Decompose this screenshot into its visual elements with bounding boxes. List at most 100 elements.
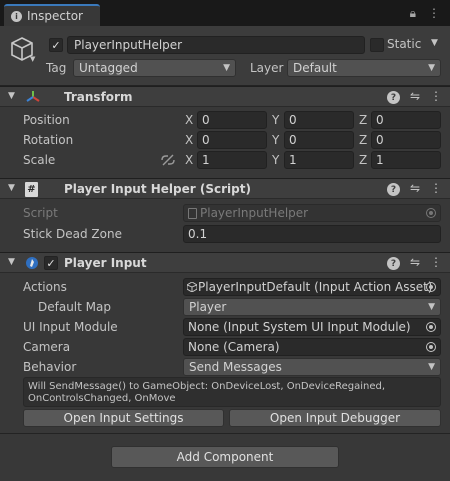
static-dropdown-arrow-icon[interactable]: ▼ — [431, 38, 438, 48]
player-input-header[interactable]: ▼ ✓ Player Input ? ⇋ ⋮ — [0, 252, 450, 273]
script-file-icon — [188, 208, 197, 219]
object-picker-icon[interactable] — [426, 342, 436, 352]
position-x-field[interactable]: 0 — [197, 111, 267, 129]
camera-value: None (Camera) — [188, 340, 280, 354]
presets-sliders-icon[interactable]: ⇋ — [410, 181, 420, 196]
rotation-y-label: Y — [272, 133, 280, 147]
tag-dropdown[interactable]: Untagged ▼ — [73, 59, 236, 77]
position-z-label: Z — [359, 113, 368, 127]
position-y-field[interactable]: 0 — [284, 111, 354, 129]
position-z-field[interactable]: 0 — [371, 111, 441, 129]
add-component-button[interactable]: Add Component — [111, 446, 339, 468]
open-input-debugger-button[interactable]: Open Input Debugger — [229, 409, 441, 427]
scale-label: Scale — [23, 153, 56, 167]
inspector-panel: ▼ ✓ PlayerInputHelper Static ▼ Tag Untag… — [0, 26, 450, 481]
tag-value: Untagged — [79, 61, 138, 75]
object-picker-icon — [426, 208, 436, 218]
default-map-label: Default Map — [38, 300, 111, 314]
foldout-arrow-icon[interactable]: ▼ — [8, 257, 15, 267]
scale-z-field[interactable]: 1 — [371, 151, 441, 169]
lock-icon[interactable]: 🔒︎ — [410, 6, 416, 21]
player-input-tools: ? ⇋ ⋮ — [386, 255, 442, 270]
active-checkbox[interactable]: ✓ — [49, 38, 63, 52]
component-divider — [0, 433, 450, 434]
camera-field[interactable]: None (Camera) — [183, 338, 441, 356]
actions-field[interactable]: PlayerInputDefault (Input Action Asset) — [183, 278, 441, 296]
position-x-label: X — [185, 113, 194, 127]
csharp-script-icon: # — [25, 182, 38, 197]
tab-inspector[interactable]: i Inspector — [4, 4, 100, 26]
input-action-asset-icon — [187, 282, 197, 292]
layer-label: Layer — [250, 61, 284, 75]
static-label: Static — [387, 37, 422, 51]
more-options-icon[interactable]: ⋮ — [430, 181, 442, 196]
default-map-value: Player — [189, 300, 227, 314]
rotation-x-field[interactable]: 0 — [197, 131, 267, 149]
help-icon[interactable]: ? — [386, 183, 400, 196]
rotation-z-field[interactable]: 0 — [371, 131, 441, 149]
rotation-label: Rotation — [23, 133, 74, 147]
transform-title: Transform — [64, 90, 133, 104]
chevron-down-icon: ▼ — [428, 362, 435, 372]
scale-y-field[interactable]: 1 — [284, 151, 354, 169]
tab-tools: 🔒︎ ⋮ — [410, 6, 440, 21]
scale-x-field[interactable]: 1 — [197, 151, 267, 169]
layer-value: Default — [293, 61, 337, 75]
presets-sliders-icon[interactable]: ⇋ — [410, 255, 420, 270]
object-picker-icon[interactable] — [426, 282, 436, 292]
behavior-dropdown[interactable]: Send Messages ▼ — [183, 358, 441, 376]
script-value: PlayerInputHelper — [200, 206, 309, 220]
constrain-proportions-icon[interactable] — [161, 154, 175, 166]
camera-label: Camera — [23, 340, 71, 354]
position-label: Position — [23, 113, 70, 127]
chevron-down-icon: ▼ — [223, 63, 230, 73]
default-map-dropdown[interactable]: Player ▼ — [183, 298, 441, 316]
open-input-settings-button[interactable]: Open Input Settings — [23, 409, 224, 427]
gameobject-name-field[interactable]: PlayerInputHelper — [67, 36, 365, 54]
ui-input-module-label: UI Input Module — [23, 320, 118, 334]
more-options-icon[interactable]: ⋮ — [430, 89, 442, 104]
stick-dead-zone-label: Stick Dead Zone — [23, 227, 122, 241]
behavior-label: Behavior — [23, 360, 77, 374]
scale-z-label: Z — [359, 153, 368, 167]
chevron-down-icon: ▼ — [428, 63, 435, 73]
object-picker-icon[interactable] — [426, 322, 436, 332]
scale-x-label: X — [185, 153, 194, 167]
icon-dropdown-arrow-icon[interactable]: ▼ — [30, 55, 35, 63]
tab-inspector-label: Inspector — [27, 9, 83, 23]
help-icon[interactable]: ? — [386, 257, 400, 270]
player-input-icon — [26, 257, 38, 269]
ui-input-module-value: None (Input System UI Input Module) — [188, 320, 411, 334]
info-icon: i — [11, 10, 22, 22]
player-input-helper-header[interactable]: ▼ # Player Input Helper (Script) ? ⇋ ⋮ — [0, 178, 450, 199]
transform-tools: ? ⇋ ⋮ — [386, 89, 442, 104]
ui-input-module-field[interactable]: None (Input System UI Input Module) — [183, 318, 441, 336]
more-options-icon[interactable]: ⋮ — [430, 255, 442, 270]
actions-label: Actions — [23, 280, 67, 294]
rotation-z-label: Z — [359, 133, 368, 147]
chevron-down-icon: ▼ — [428, 302, 435, 312]
foldout-arrow-icon[interactable]: ▼ — [8, 91, 15, 101]
transform-axes-icon — [26, 91, 40, 102]
tag-label: Tag — [46, 61, 67, 75]
layer-dropdown[interactable]: Default ▼ — [287, 59, 441, 77]
player-input-enabled-checkbox[interactable]: ✓ — [44, 256, 58, 270]
transform-header[interactable]: ▼ Transform ? ⇋ ⋮ — [0, 86, 450, 107]
stick-dead-zone-field[interactable]: 0.1 — [183, 225, 441, 243]
player-input-helper-title: Player Input Helper (Script) — [64, 182, 251, 196]
more-options-icon[interactable]: ⋮ — [428, 6, 440, 21]
script-label: Script — [23, 206, 58, 220]
actions-value: PlayerInputDefault (Input Action Asset) — [198, 280, 433, 294]
rotation-x-label: X — [185, 133, 194, 147]
help-icon[interactable]: ? — [386, 91, 400, 104]
gameobject-header: ▼ ✓ PlayerInputHelper Static ▼ Tag Untag… — [0, 26, 450, 86]
helper-tools: ? ⇋ ⋮ — [386, 181, 442, 196]
behavior-help-box: Will SendMessage() to GameObject: OnDevi… — [23, 377, 441, 407]
script-field: PlayerInputHelper — [183, 204, 441, 222]
static-checkbox[interactable] — [370, 38, 384, 52]
rotation-y-field[interactable]: 0 — [284, 131, 354, 149]
behavior-value: Send Messages — [189, 360, 282, 374]
presets-sliders-icon[interactable]: ⇋ — [410, 89, 420, 104]
foldout-arrow-icon[interactable]: ▼ — [8, 183, 15, 193]
position-y-label: Y — [272, 113, 280, 127]
